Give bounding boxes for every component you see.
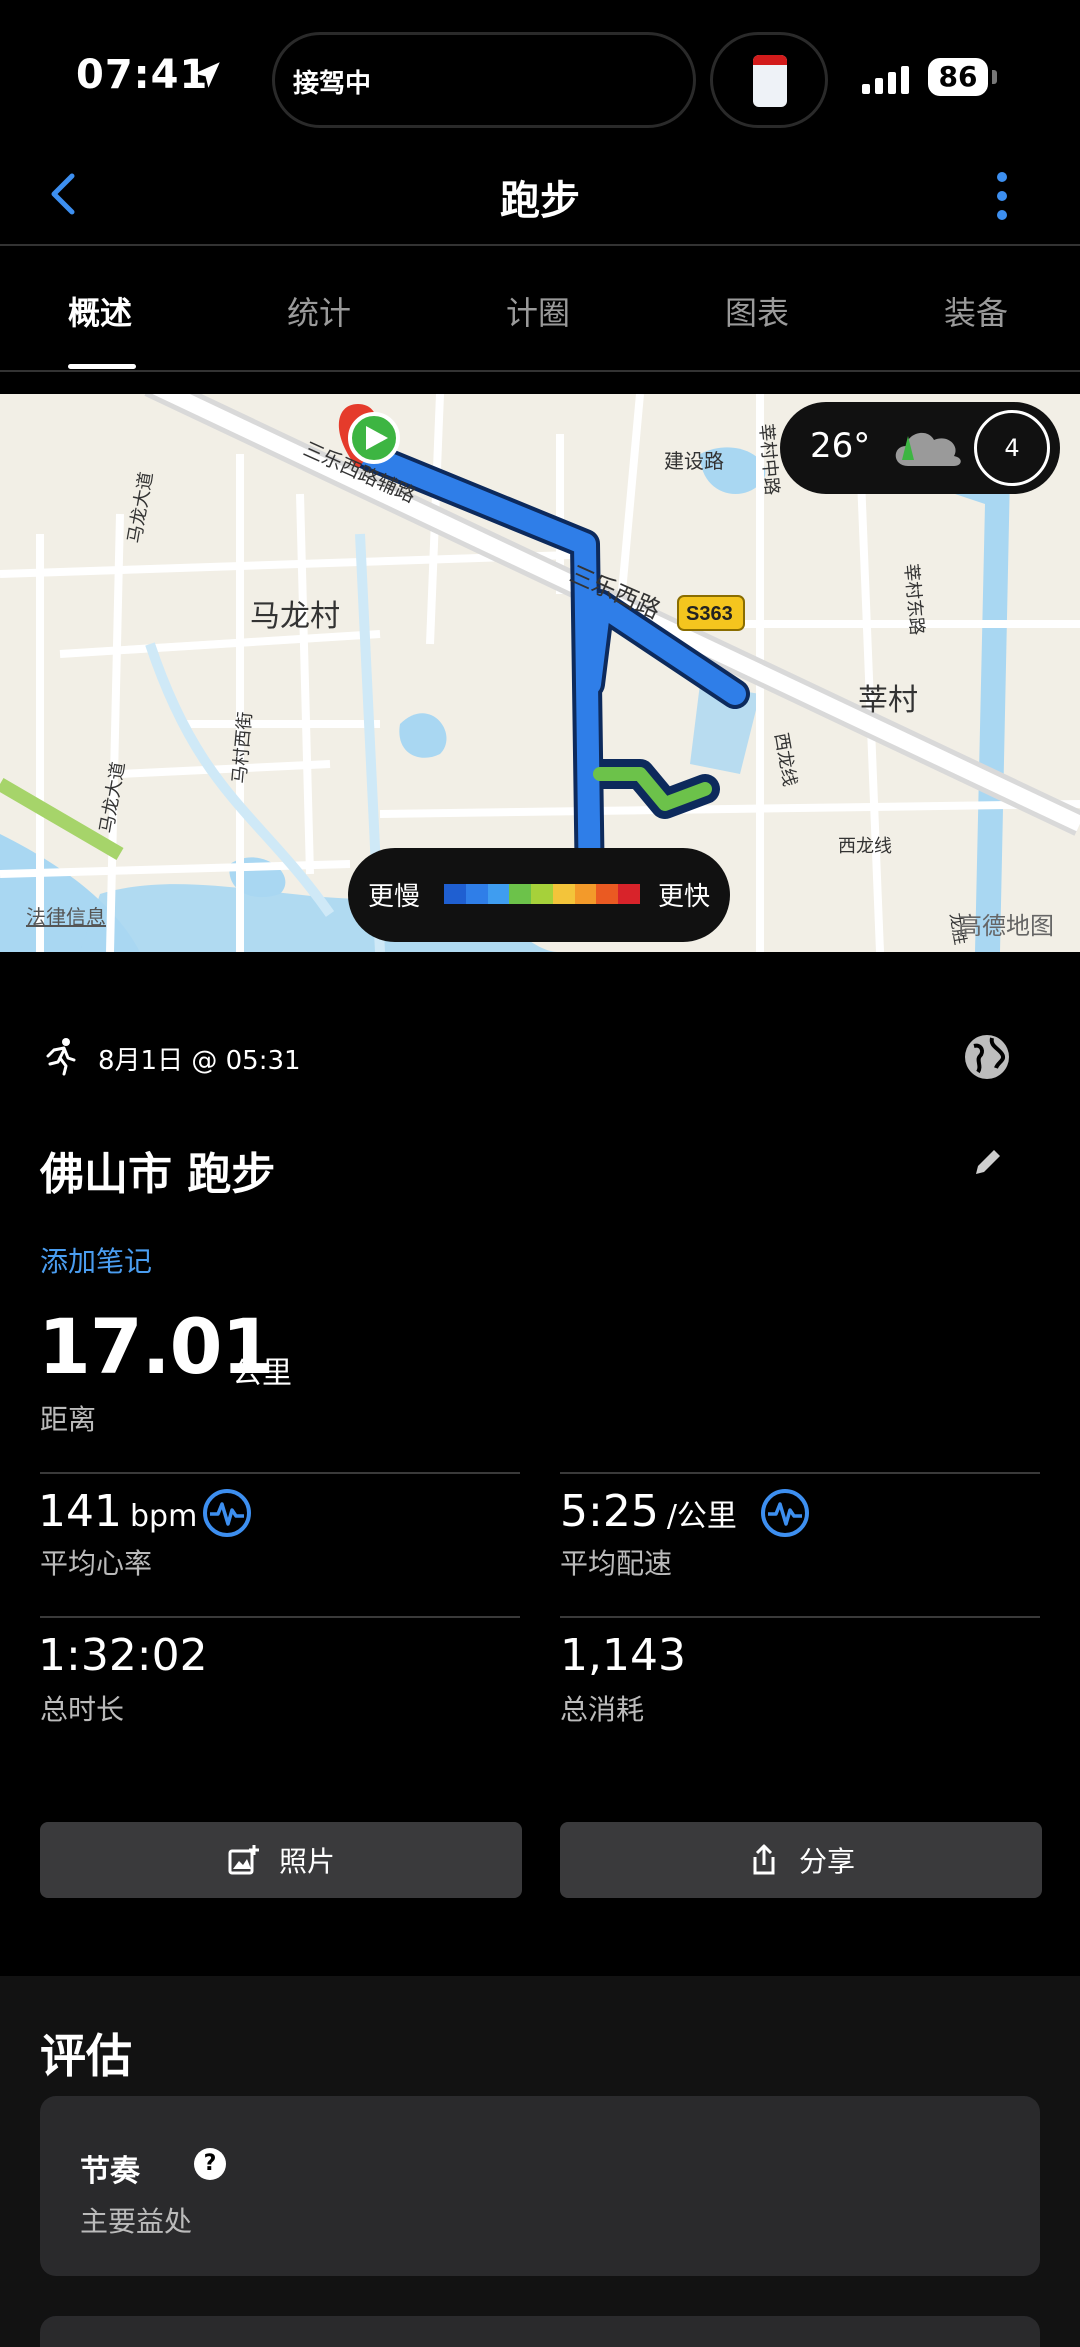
page-title: 跑步: [500, 178, 580, 224]
pace-value: 5:25: [560, 1486, 659, 1537]
legend-color-segment: [552, 884, 575, 904]
add-note-link[interactable]: 添加笔记: [40, 1240, 152, 1280]
wind-speed-indicator: 4: [974, 410, 1050, 486]
tab-gear[interactable]: 装备: [944, 288, 1008, 334]
evaluation-title: 评估: [40, 2029, 132, 2083]
runner-icon: [46, 1038, 76, 1076]
map-label-road10: 西龙线: [838, 836, 892, 856]
hr-stat: 141 bpm: [38, 1486, 197, 1537]
divider: [560, 1616, 1040, 1618]
heart-rate-wave-icon[interactable]: [202, 1488, 252, 1538]
share-button-label: 分享: [798, 1845, 855, 1878]
help-icon[interactable]: ?: [194, 2148, 226, 2180]
photos-button-label: 照片: [278, 1845, 335, 1878]
nav-bar: 跑步: [0, 150, 1080, 246]
hr-unit: bpm: [129, 1499, 198, 1534]
duration-label: 总时长: [40, 1693, 125, 1726]
live-activity-pill[interactable]: 接驾中: [272, 32, 696, 128]
divider: [40, 1616, 520, 1618]
status-time: 07:41: [76, 52, 209, 98]
share-button[interactable]: 分享: [560, 1822, 1042, 1898]
legend-color-segment: [509, 884, 532, 904]
training-effect-title: 节奏: [80, 2154, 140, 2189]
tab-charts[interactable]: 图表: [725, 288, 789, 334]
map-highway-badge: S363: [686, 603, 733, 625]
legend-slower-label: 更慢: [368, 882, 421, 912]
privacy-globe-icon[interactable]: [962, 1032, 1012, 1082]
weather-temp: 26°: [810, 426, 871, 466]
legend-faster-label: 更快: [658, 882, 711, 912]
live-activity-app-pill[interactable]: [710, 32, 828, 128]
tab-stats[interactable]: 统计: [287, 288, 351, 334]
training-effect-card[interactable]: 节奏 ? 主要益处: [40, 2096, 1040, 2276]
legend-color-segment: [465, 884, 488, 904]
duration-value: 1:32:02: [38, 1630, 208, 1681]
hr-label: 平均心率: [40, 1547, 153, 1580]
legend-color-segment: [444, 884, 466, 904]
legend-color-segment: [487, 884, 510, 904]
map-label-village2: 莘村: [858, 684, 918, 717]
share-icon: [753, 1844, 775, 1875]
cloud-icon: [895, 432, 961, 466]
divider: [40, 1472, 520, 1474]
calories-value: 1,143: [560, 1630, 686, 1681]
status-bar: 07:41 接驾中 86: [0, 0, 1080, 150]
training-effect-subtitle: 主要益处: [80, 2205, 193, 2238]
activity-title: 佛山市 跑步: [40, 1149, 276, 1200]
evaluation-section: 评估 节奏 ? 主要益处: [0, 1976, 1080, 2347]
legend-color-segment: [596, 884, 619, 904]
legend-color-segment: [531, 884, 553, 904]
map-legal-link: 法律信息: [26, 906, 106, 929]
distance-label: 距离: [40, 1403, 97, 1436]
photos-button[interactable]: 照片: [40, 1822, 522, 1898]
tab-laps[interactable]: 计圈: [506, 288, 570, 334]
next-card[interactable]: [40, 2316, 1040, 2347]
legend-color-bar: [444, 884, 641, 904]
calories-label: 总消耗: [560, 1693, 645, 1726]
map-label-village1: 马龙村: [250, 600, 340, 633]
legend-color-segment: [574, 884, 597, 904]
distance-unit: 公里: [232, 1356, 292, 1391]
map-brand: 高德地图: [958, 913, 1054, 940]
edit-pencil-icon[interactable]: [970, 1146, 1004, 1180]
map-label-road2: 建设路: [664, 450, 724, 473]
cup-icon: [753, 55, 787, 107]
pace-label: 平均配速: [560, 1547, 673, 1580]
add-photo-icon: [228, 1845, 259, 1875]
more-options-icon[interactable]: [990, 166, 1014, 230]
live-activity-text: 接驾中: [293, 69, 372, 99]
pace-unit: /公里: [666, 1499, 737, 1534]
hr-value: 141: [38, 1486, 122, 1537]
pace-stat: 5:25/公里: [560, 1486, 737, 1537]
activity-date: 8月1日 @ 05:31: [98, 1046, 301, 1076]
divider: [560, 1472, 1040, 1474]
tab-active-indicator: [68, 364, 136, 369]
tab-bar: 概述 统计 计圈 图表 装备: [0, 248, 1080, 372]
location-arrow-icon: [194, 62, 220, 88]
weather-badge[interactable]: 26° 4: [780, 402, 1060, 494]
cellular-signal-icon: [862, 62, 909, 94]
pace-legend: 更慢 更快: [348, 848, 730, 942]
battery-icon: 86: [928, 58, 988, 96]
legend-color-segment: [618, 884, 641, 904]
pace-wave-icon[interactable]: [760, 1488, 810, 1538]
tab-overview[interactable]: 概述: [68, 288, 132, 334]
